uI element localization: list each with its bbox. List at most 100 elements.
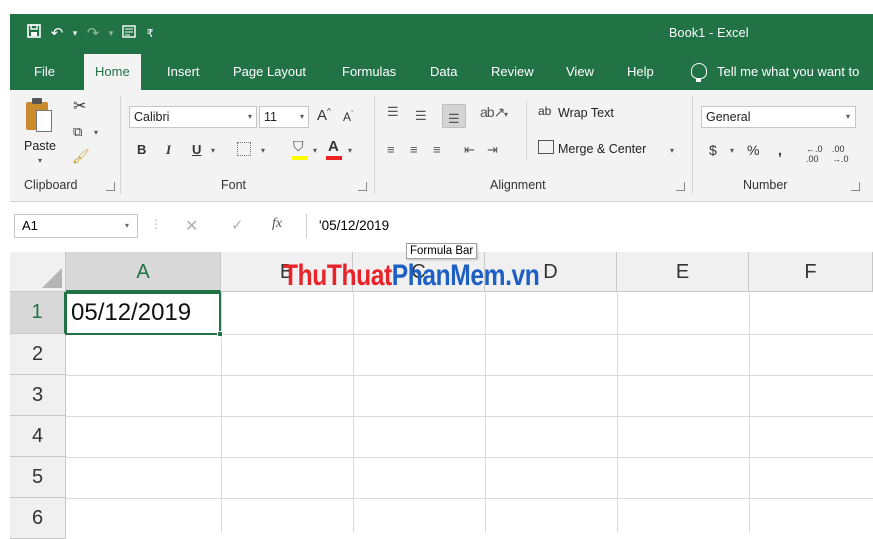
italic-button[interactable]: I bbox=[166, 142, 171, 158]
merge-center-button[interactable]: Merge & Center bbox=[558, 142, 646, 156]
number-format-select[interactable]: General ▾ bbox=[701, 106, 856, 128]
number-launcher-icon[interactable] bbox=[851, 182, 860, 191]
row-header-2[interactable]: 2 bbox=[10, 334, 66, 375]
fill-color-dropdown-icon[interactable]: ▾ bbox=[313, 146, 317, 155]
gridline bbox=[66, 457, 873, 458]
column-header-f[interactable]: F bbox=[749, 252, 873, 292]
gridline bbox=[749, 292, 750, 533]
row-header-4[interactable]: 4 bbox=[10, 416, 66, 457]
divider bbox=[120, 96, 121, 194]
tab-view[interactable]: View bbox=[566, 54, 594, 90]
paste-button[interactable]: Paste bbox=[24, 139, 56, 153]
orientation-dropdown-icon[interactable]: ▾ bbox=[504, 110, 508, 119]
font-name-value: Calibri bbox=[134, 110, 170, 124]
font-launcher-icon[interactable] bbox=[358, 182, 367, 191]
select-all-button[interactable] bbox=[10, 252, 66, 292]
chevron-down-icon: ▾ bbox=[845, 112, 850, 121]
cell-a1[interactable]: 05/12/2019 bbox=[65, 292, 223, 337]
cut-icon[interactable]: ✂ bbox=[73, 96, 86, 116]
tell-me-box[interactable]: Tell me what you want to bbox=[691, 54, 859, 90]
borders-icon[interactable] bbox=[237, 142, 251, 156]
undo-icon[interactable]: ↶ bbox=[46, 24, 68, 42]
title-bar: ↶ ▾ ↷ ▾ ₹ Book1 - Excel bbox=[10, 14, 873, 54]
fill-handle[interactable] bbox=[217, 331, 223, 337]
tab-data[interactable]: Data bbox=[430, 54, 457, 90]
align-right-icon[interactable]: ≡ bbox=[433, 142, 441, 157]
enter-icon[interactable]: ✓ bbox=[231, 216, 244, 234]
underline-dropdown-icon[interactable]: ▾ bbox=[211, 146, 215, 155]
redo-icon[interactable]: ↷ bbox=[82, 24, 104, 42]
row-header-1[interactable]: 1 bbox=[10, 292, 66, 334]
fill-color-icon[interactable]: ⛉ bbox=[293, 138, 304, 155]
decrease-decimal-icon[interactable]: .00 →.0 bbox=[832, 144, 849, 164]
formula-input[interactable]: '05/12/2019 bbox=[306, 214, 873, 238]
font-size-select[interactable]: 11 ▾ bbox=[259, 106, 309, 128]
gridline bbox=[617, 292, 618, 533]
increase-decimal-icon[interactable]: ←.0.00 bbox=[806, 144, 823, 164]
row-header-3[interactable]: 3 bbox=[10, 375, 66, 416]
column-header-a[interactable]: A bbox=[66, 252, 221, 292]
name-box[interactable]: A1 ▾ bbox=[14, 214, 138, 238]
insert-function-icon[interactable]: fx bbox=[272, 216, 282, 232]
undo-dropdown-icon[interactable]: ▾ bbox=[70, 28, 80, 39]
tab-insert[interactable]: Insert bbox=[167, 54, 200, 90]
ribbon-home: Paste ▾ ✂ ⧉ ▾ 🖌 Clipboard Calibri ▾ 11 ▾… bbox=[10, 90, 873, 202]
row-header-5[interactable]: 5 bbox=[10, 457, 66, 498]
format-painter-icon[interactable]: 🖌 bbox=[72, 148, 90, 165]
gridline bbox=[353, 292, 354, 533]
align-middle-icon[interactable]: ☰ bbox=[415, 108, 427, 124]
redo-dropdown-icon[interactable]: ▾ bbox=[106, 28, 116, 39]
chevron-down-icon: ▾ bbox=[124, 221, 129, 230]
orientation-icon[interactable]: ab↗ bbox=[480, 104, 505, 121]
paste-dropdown-icon[interactable]: ▾ bbox=[38, 156, 42, 165]
align-bottom-button[interactable]: ☰ bbox=[442, 104, 466, 128]
align-left-icon[interactable]: ≡ bbox=[387, 142, 395, 157]
copy-dropdown-icon[interactable]: ▾ bbox=[94, 128, 98, 137]
formula-bar-grip-icon[interactable]: ⋮ bbox=[150, 217, 162, 231]
align-center-icon[interactable]: ≡ bbox=[410, 142, 418, 157]
increase-indent-icon[interactable]: ⇥ bbox=[487, 142, 498, 158]
tab-home[interactable]: Home bbox=[84, 54, 141, 90]
chevron-down-icon: ▾ bbox=[299, 112, 304, 121]
tab-page-layout[interactable]: Page Layout bbox=[233, 54, 306, 90]
accounting-format-button[interactable]: $ bbox=[709, 142, 717, 158]
column-header-e[interactable]: E bbox=[617, 252, 749, 292]
accounting-dropdown-icon[interactable]: ▾ bbox=[730, 146, 734, 155]
cancel-icon[interactable]: ✕ bbox=[185, 216, 198, 236]
chevron-down-icon: ▾ bbox=[247, 112, 252, 121]
align-top-icon[interactable]: ☰ bbox=[387, 104, 399, 120]
decrease-indent-icon[interactable]: ⇤ bbox=[464, 142, 475, 158]
underline-button[interactable]: U bbox=[192, 142, 201, 157]
excel-window: ↶ ▾ ↷ ▾ ₹ Book1 - Excel File Home Insert… bbox=[0, 0, 873, 539]
paste-icon[interactable] bbox=[26, 98, 52, 132]
borders-dropdown-icon[interactable]: ▾ bbox=[261, 146, 265, 155]
wrap-text-button[interactable]: Wrap Text bbox=[558, 106, 614, 120]
form-icon[interactable] bbox=[118, 25, 140, 41]
clipboard-launcher-icon[interactable] bbox=[106, 182, 115, 191]
font-color-icon[interactable]: A bbox=[328, 138, 339, 155]
divider bbox=[374, 96, 375, 194]
customize-qat-icon[interactable]: ₹ bbox=[142, 27, 158, 40]
worksheet-grid[interactable]: A B C D E F 1 2 3 4 5 6 05/12/2019 bbox=[10, 252, 873, 539]
decrease-font-size-icon[interactable]: Aˇ bbox=[343, 110, 353, 124]
ribbon-tabs: File Home Insert Page Layout Formulas Da… bbox=[10, 54, 873, 90]
save-icon[interactable] bbox=[24, 24, 44, 42]
comma-style-button[interactable]: , bbox=[778, 142, 782, 158]
increase-font-size-icon[interactable]: A^ bbox=[317, 107, 331, 124]
tab-formulas[interactable]: Formulas bbox=[342, 54, 396, 90]
font-color-dropdown-icon[interactable]: ▾ bbox=[348, 146, 352, 155]
watermark-part-1: ThuThuat bbox=[283, 259, 392, 292]
left-edge bbox=[0, 0, 10, 533]
alignment-launcher-icon[interactable] bbox=[676, 182, 685, 191]
tab-review[interactable]: Review bbox=[491, 54, 534, 90]
font-name-select[interactable]: Calibri ▾ bbox=[129, 106, 257, 128]
tab-file[interactable]: File bbox=[34, 54, 55, 90]
watermark-part-2: PhanMem bbox=[391, 259, 506, 292]
copy-icon[interactable]: ⧉ bbox=[73, 124, 82, 140]
tab-help[interactable]: Help bbox=[627, 54, 654, 90]
percent-style-button[interactable]: % bbox=[747, 142, 759, 158]
gridline bbox=[66, 498, 873, 499]
bold-button[interactable]: B bbox=[137, 142, 146, 157]
merge-center-dropdown-icon[interactable]: ▾ bbox=[670, 146, 674, 155]
font-color-swatch bbox=[326, 156, 342, 160]
